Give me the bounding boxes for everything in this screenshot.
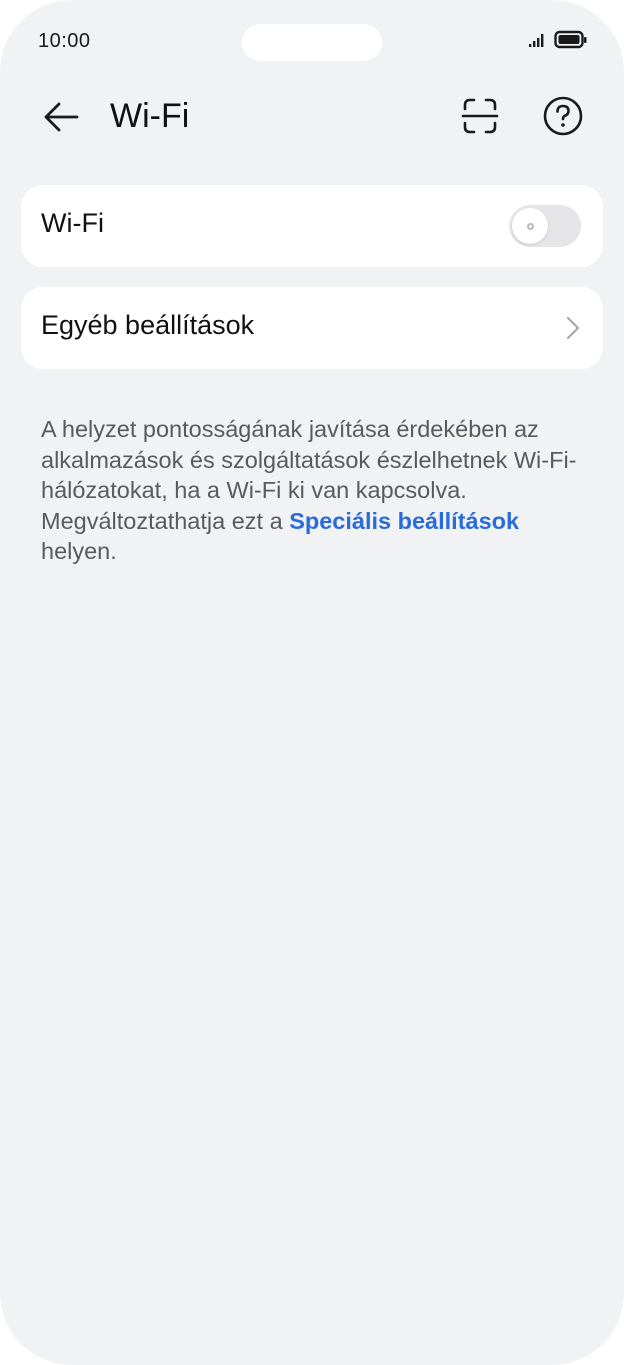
battery-icon [554,30,588,55]
back-arrow-icon [41,97,81,142]
status-bar: 10:00 [0,0,624,84]
wifi-toggle-row[interactable]: Wi-Fi [21,185,603,267]
advanced-settings-link[interactable]: Speciális beállítások [289,508,519,534]
help-icon [542,95,584,142]
camera-notch [242,24,382,61]
app-header: Wi-Fi [0,84,624,150]
status-time: 10:00 [38,30,91,52]
wifi-label: Wi-Fi [41,208,104,238]
location-info-text: A helyzet pontosságának javítása érdekéb… [41,414,589,567]
toggle-off-indicator [526,222,534,230]
page-title: Wi-Fi [110,97,190,135]
wifi-toggle[interactable] [509,205,581,247]
chevron-right-icon [565,316,581,340]
info-text-suffix: helyen. [41,538,117,564]
scan-button[interactable] [458,96,502,140]
signal-icon [528,32,548,53]
phone-screen: 10:00 Wi-Fi Wi-Fi Egyéb beállítások A he… [0,0,624,1365]
other-settings-row[interactable]: Egyéb beállítások [21,287,603,369]
other-settings-label: Egyéb beállítások [41,310,255,340]
status-icons [528,30,588,55]
help-button[interactable] [541,96,585,140]
scan-qr-icon [460,96,500,141]
toggle-knob [512,208,548,244]
back-button[interactable] [38,96,84,142]
